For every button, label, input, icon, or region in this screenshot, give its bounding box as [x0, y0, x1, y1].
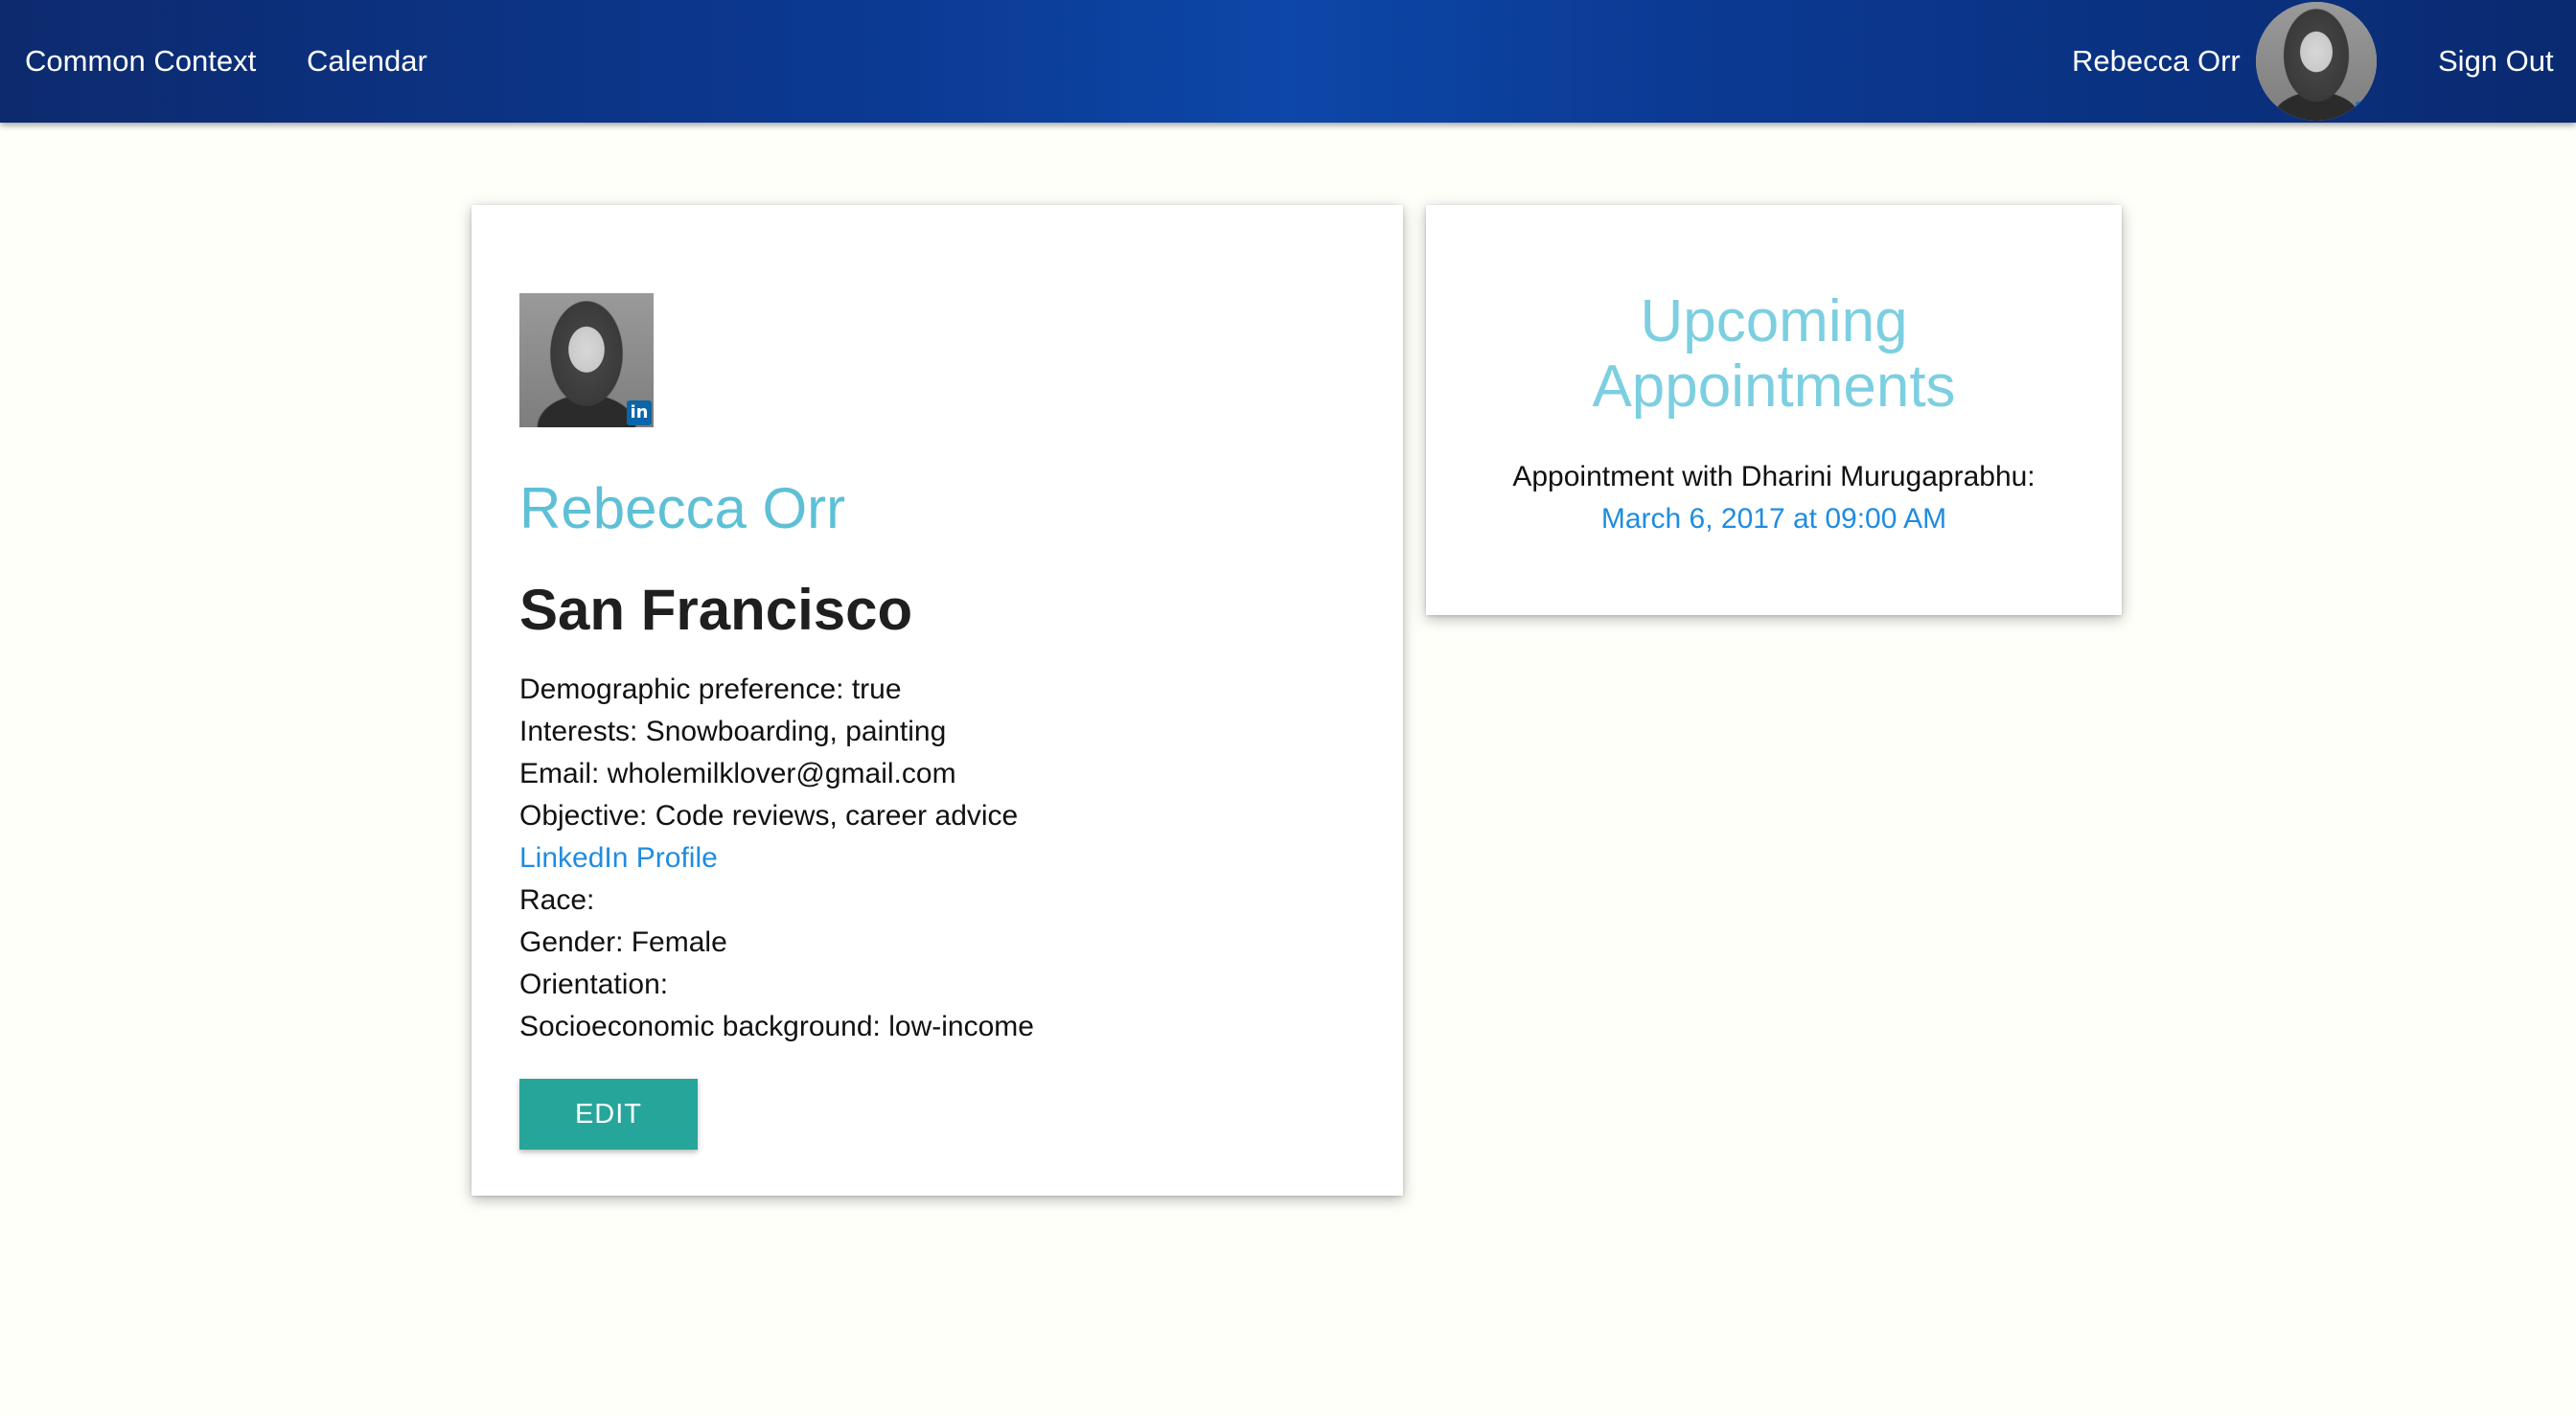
objective: Objective: Code reviews, career advice [519, 800, 1019, 832]
avatar[interactable] [2256, 2, 2377, 121]
appointments-card: Upcoming Appointments Appointment with D… [1426, 205, 2122, 615]
gender: Gender: Female [519, 926, 727, 958]
calendar-link[interactable]: Calendar [307, 0, 427, 123]
interests: Interests: Snowboarding, painting [519, 716, 947, 747]
appointments-title-line2: Appointments [1592, 354, 1956, 420]
profile-name: Rebecca Orr [519, 476, 846, 540]
appointments-title-line1: Upcoming [1640, 288, 1908, 354]
linkedin-profile-link[interactable]: LinkedIn Profile [519, 837, 1034, 879]
profile-city: San Francisco [519, 578, 913, 642]
appointment-date-link[interactable]: March 6, 2017 at 09:00 AM [1426, 498, 2122, 540]
profile-details: Demographic preference: true Interests: … [519, 669, 1034, 1048]
top-navbar: Common Context Calendar Rebecca Orr Sign… [0, 0, 2576, 123]
edit-button[interactable]: EDIT [519, 1079, 698, 1150]
socioeconomic-background: Socioeconomic background: low-income [519, 1011, 1034, 1042]
appointments-title: Upcoming Appointments [1426, 289, 2122, 420]
linkedin-icon [2356, 102, 2365, 111]
race: Race: [519, 884, 595, 916]
profile-card: in Rebecca Orr San Francisco Demographic… [472, 205, 1403, 1196]
orientation: Orientation: [519, 969, 669, 1000]
sign-out-link[interactable]: Sign Out [2438, 0, 2554, 123]
email: Email: wholemilklover@gmail.com [519, 758, 956, 789]
profile-photo: in [519, 293, 654, 427]
appointment-description: Appointment with Dharini Murugaprabhu: [1512, 461, 2036, 492]
demographic-preference: Demographic preference: true [519, 674, 902, 705]
user-name-link[interactable]: Rebecca Orr [2072, 0, 2241, 123]
brand-link[interactable]: Common Context [25, 0, 256, 123]
linkedin-icon: in [627, 400, 652, 425]
